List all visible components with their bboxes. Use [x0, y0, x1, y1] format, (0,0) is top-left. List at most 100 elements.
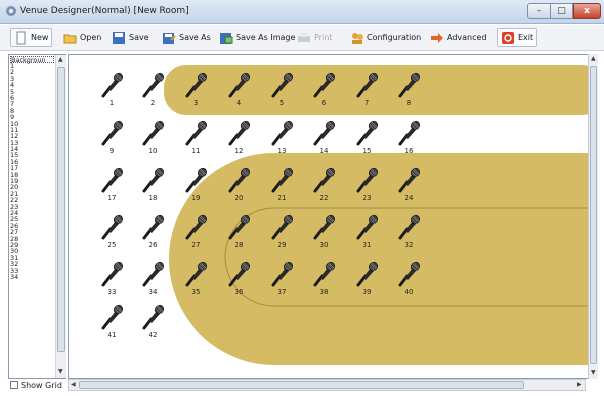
scroll-left-icon[interactable]: ◀ — [71, 381, 76, 388]
microphone-17[interactable]: 17 — [99, 165, 125, 205]
microphone-icon — [228, 120, 250, 146]
background-list[interactable]: Backgroun 1 2 3 4 5 6 7 8 9 10 11 12 13 14 15 16 17 18 19 2… — [8, 54, 66, 379]
microphone-number: 36 — [234, 288, 244, 296]
canvas-horizontal-scrollbar[interactable]: ◀ ▶ — [68, 379, 586, 391]
microphone-33[interactable]: 33 — [99, 259, 125, 299]
minimize-button[interactable]: – — [527, 3, 551, 19]
exit-button[interactable]: Exit — [497, 28, 538, 47]
microphone-30[interactable]: 30 — [311, 212, 337, 252]
microphone-16[interactable]: 16 — [396, 118, 422, 158]
microphone-icon — [356, 214, 378, 240]
microphone-5[interactable]: 5 — [269, 70, 295, 110]
checkbox-box[interactable] — [10, 381, 18, 389]
advanced-button[interactable]: Advanced — [430, 28, 487, 47]
microphone-icon — [356, 72, 378, 98]
microphone-14[interactable]: 14 — [311, 118, 337, 158]
microphone-13[interactable]: 13 — [269, 118, 295, 158]
microphone-icon — [398, 167, 420, 193]
scroll-up-icon[interactable]: ▲ — [58, 56, 63, 63]
microphone-21[interactable]: 21 — [269, 165, 295, 205]
microphone-icon — [228, 261, 250, 287]
list-header[interactable]: Backgroun — [10, 56, 54, 63]
microphone-icon — [101, 214, 123, 240]
microphone-38[interactable]: 38 — [311, 259, 337, 299]
microphone-icon — [228, 167, 250, 193]
microphone-11[interactable]: 11 — [183, 118, 209, 158]
microphone-number: 6 — [321, 99, 327, 107]
microphone-number: 39 — [362, 288, 372, 296]
scroll-right-icon[interactable]: ▶ — [577, 381, 582, 388]
advanced-button-label: Advanced — [447, 33, 487, 42]
save-button[interactable]: Save — [112, 28, 149, 47]
venue-canvas[interactable]: 1 2 3 4 5 6 7 8 9 10 11 12 13 14 15 16 17 18 19 20 21 22 23 24 2… — [68, 54, 598, 379]
scroll-down-icon[interactable]: ▼ — [58, 368, 63, 375]
microphone-40[interactable]: 40 — [396, 259, 422, 299]
microphone-28[interactable]: 28 — [226, 212, 252, 252]
configuration-button[interactable]: Configuration — [350, 28, 421, 47]
canvas-horizontal-thumb[interactable] — [79, 381, 524, 389]
microphone-8[interactable]: 8 — [396, 70, 422, 110]
microphone-icon — [271, 261, 293, 287]
microphone-42[interactable]: 42 — [140, 302, 166, 342]
microphone-icon — [101, 167, 123, 193]
microphone-32[interactable]: 32 — [396, 212, 422, 252]
canvas-vertical-scrollbar[interactable]: ▲ ▼ — [588, 54, 598, 379]
microphone-4[interactable]: 4 — [226, 70, 252, 110]
new-button[interactable]: New — [10, 28, 53, 47]
print-button[interactable]: Print — [297, 28, 332, 47]
show-grid-checkbox[interactable]: Show Grid — [10, 379, 62, 391]
microphone-number: 42 — [148, 331, 158, 339]
microphone-icon — [356, 261, 378, 287]
microphone-23[interactable]: 23 — [354, 165, 380, 205]
microphone-6[interactable]: 6 — [311, 70, 337, 110]
microphone-number: 14 — [319, 147, 329, 155]
microphone-20[interactable]: 20 — [226, 165, 252, 205]
microphone-18[interactable]: 18 — [140, 165, 166, 205]
microphone-26[interactable]: 26 — [140, 212, 166, 252]
close-button[interactable]: x — [573, 3, 601, 19]
microphone-number: 1 — [109, 99, 115, 107]
microphone-37[interactable]: 37 — [269, 259, 295, 299]
microphone-number: 27 — [191, 241, 201, 249]
microphone-number: 16 — [404, 147, 414, 155]
microphone-29[interactable]: 29 — [269, 212, 295, 252]
microphone-15[interactable]: 15 — [354, 118, 380, 158]
save-as-button[interactable]: Save As — [162, 28, 211, 47]
list-scrollbar[interactable]: ▲ ▼ — [55, 55, 66, 378]
maximize-button[interactable]: □ — [551, 3, 573, 19]
microphone-number: 22 — [319, 194, 329, 202]
microphone-1[interactable]: 1 — [99, 70, 125, 110]
list-item[interactable]: 34 — [10, 273, 54, 280]
microphone-35[interactable]: 35 — [183, 259, 209, 299]
microphone-39[interactable]: 39 — [354, 259, 380, 299]
microphone-icon — [101, 72, 123, 98]
microphone-2[interactable]: 2 — [140, 70, 166, 110]
microphone-19[interactable]: 19 — [183, 165, 209, 205]
microphone-number: 30 — [319, 241, 329, 249]
microphone-31[interactable]: 31 — [354, 212, 380, 252]
save-as-image-button[interactable]: Save As Image — [219, 28, 295, 47]
canvas-vertical-thumb[interactable] — [590, 66, 597, 364]
microphone-34[interactable]: 34 — [140, 259, 166, 299]
microphone-3[interactable]: 3 — [183, 70, 209, 110]
microphone-number: 20 — [234, 194, 244, 202]
open-button[interactable]: Open — [63, 28, 101, 47]
show-grid-label: Show Grid — [21, 380, 62, 390]
microphone-10[interactable]: 10 — [140, 118, 166, 158]
scroll-down-icon[interactable]: ▼ — [591, 369, 596, 376]
microphone-22[interactable]: 22 — [311, 165, 337, 205]
microphone-icon — [185, 261, 207, 287]
microphone-41[interactable]: 41 — [99, 302, 125, 342]
microphone-icon — [185, 214, 207, 240]
list-scroll-thumb[interactable] — [57, 67, 65, 352]
microphone-icon — [142, 261, 164, 287]
microphone-7[interactable]: 7 — [354, 70, 380, 110]
microphone-25[interactable]: 25 — [99, 212, 125, 252]
microphone-24[interactable]: 24 — [396, 165, 422, 205]
microphone-number: 3 — [193, 99, 199, 107]
microphone-9[interactable]: 9 — [99, 118, 125, 158]
microphone-27[interactable]: 27 — [183, 212, 209, 252]
microphone-36[interactable]: 36 — [226, 259, 252, 299]
scroll-up-icon[interactable]: ▲ — [591, 55, 596, 62]
microphone-12[interactable]: 12 — [226, 118, 252, 158]
